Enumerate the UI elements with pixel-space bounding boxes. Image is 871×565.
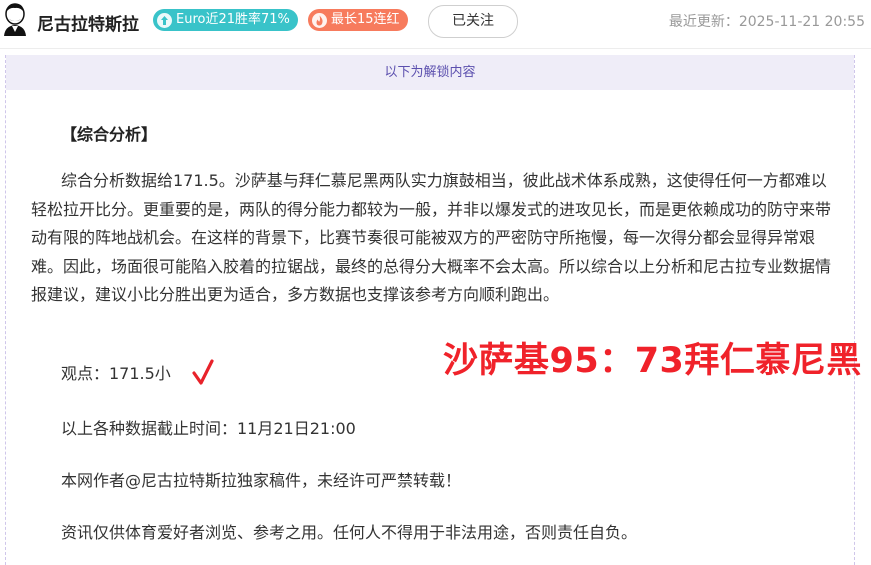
article-content: 以下为解锁内容 【综合分析】 综合分析数据给171.5。沙萨基与拜仁慕尼黑两队实… (5, 55, 861, 565)
author-name[interactable]: 尼古拉特斯拉 (37, 10, 139, 35)
result-overlay: 沙萨基95：73拜仁慕尼黑 (443, 341, 862, 381)
author-header: 尼古拉特斯拉 Euro近21胜率71% 最长15连红 已关注 最近更新：2025… (0, 0, 871, 48)
win-rate-badge: Euro近21胜率71% (153, 9, 298, 31)
section-title: 【综合分析】 (61, 125, 158, 144)
viewpoint-text: 观点：171.5小 (61, 364, 171, 383)
checkmark-icon (192, 359, 214, 385)
streak-badge: 最长15连红 (308, 9, 408, 31)
disclaimer-text: 资讯仅供体育爱好者浏览、参考之用。任何人不得用于非法用途，否则责任自负。 (61, 523, 638, 542)
data-deadline: 以上各种数据截止时间：11月21日21:00 (61, 419, 356, 438)
header-divider (0, 48, 871, 49)
last-updated: 最近更新：2025-11-21 20:55 (668, 14, 865, 30)
win-rate-label: Euro近21胜率71% (176, 12, 290, 27)
analysis-paragraph: 综合分析数据给171.5。沙萨基与拜仁慕尼黑两队实力旗鼓相当，彼此战术体系成熟，… (31, 171, 832, 304)
streak-label: 最长15连红 (331, 12, 400, 27)
copyright-notice: 本网作者@尼古拉特斯拉独家稿件，未经许可严禁转载！ (61, 471, 462, 490)
arrow-up-icon (157, 12, 172, 28)
flame-icon (312, 12, 327, 28)
unlock-notice: 以下为解锁内容 (6, 55, 854, 90)
avatar[interactable] (0, 2, 30, 36)
follow-button[interactable]: 已关注 (428, 5, 518, 38)
